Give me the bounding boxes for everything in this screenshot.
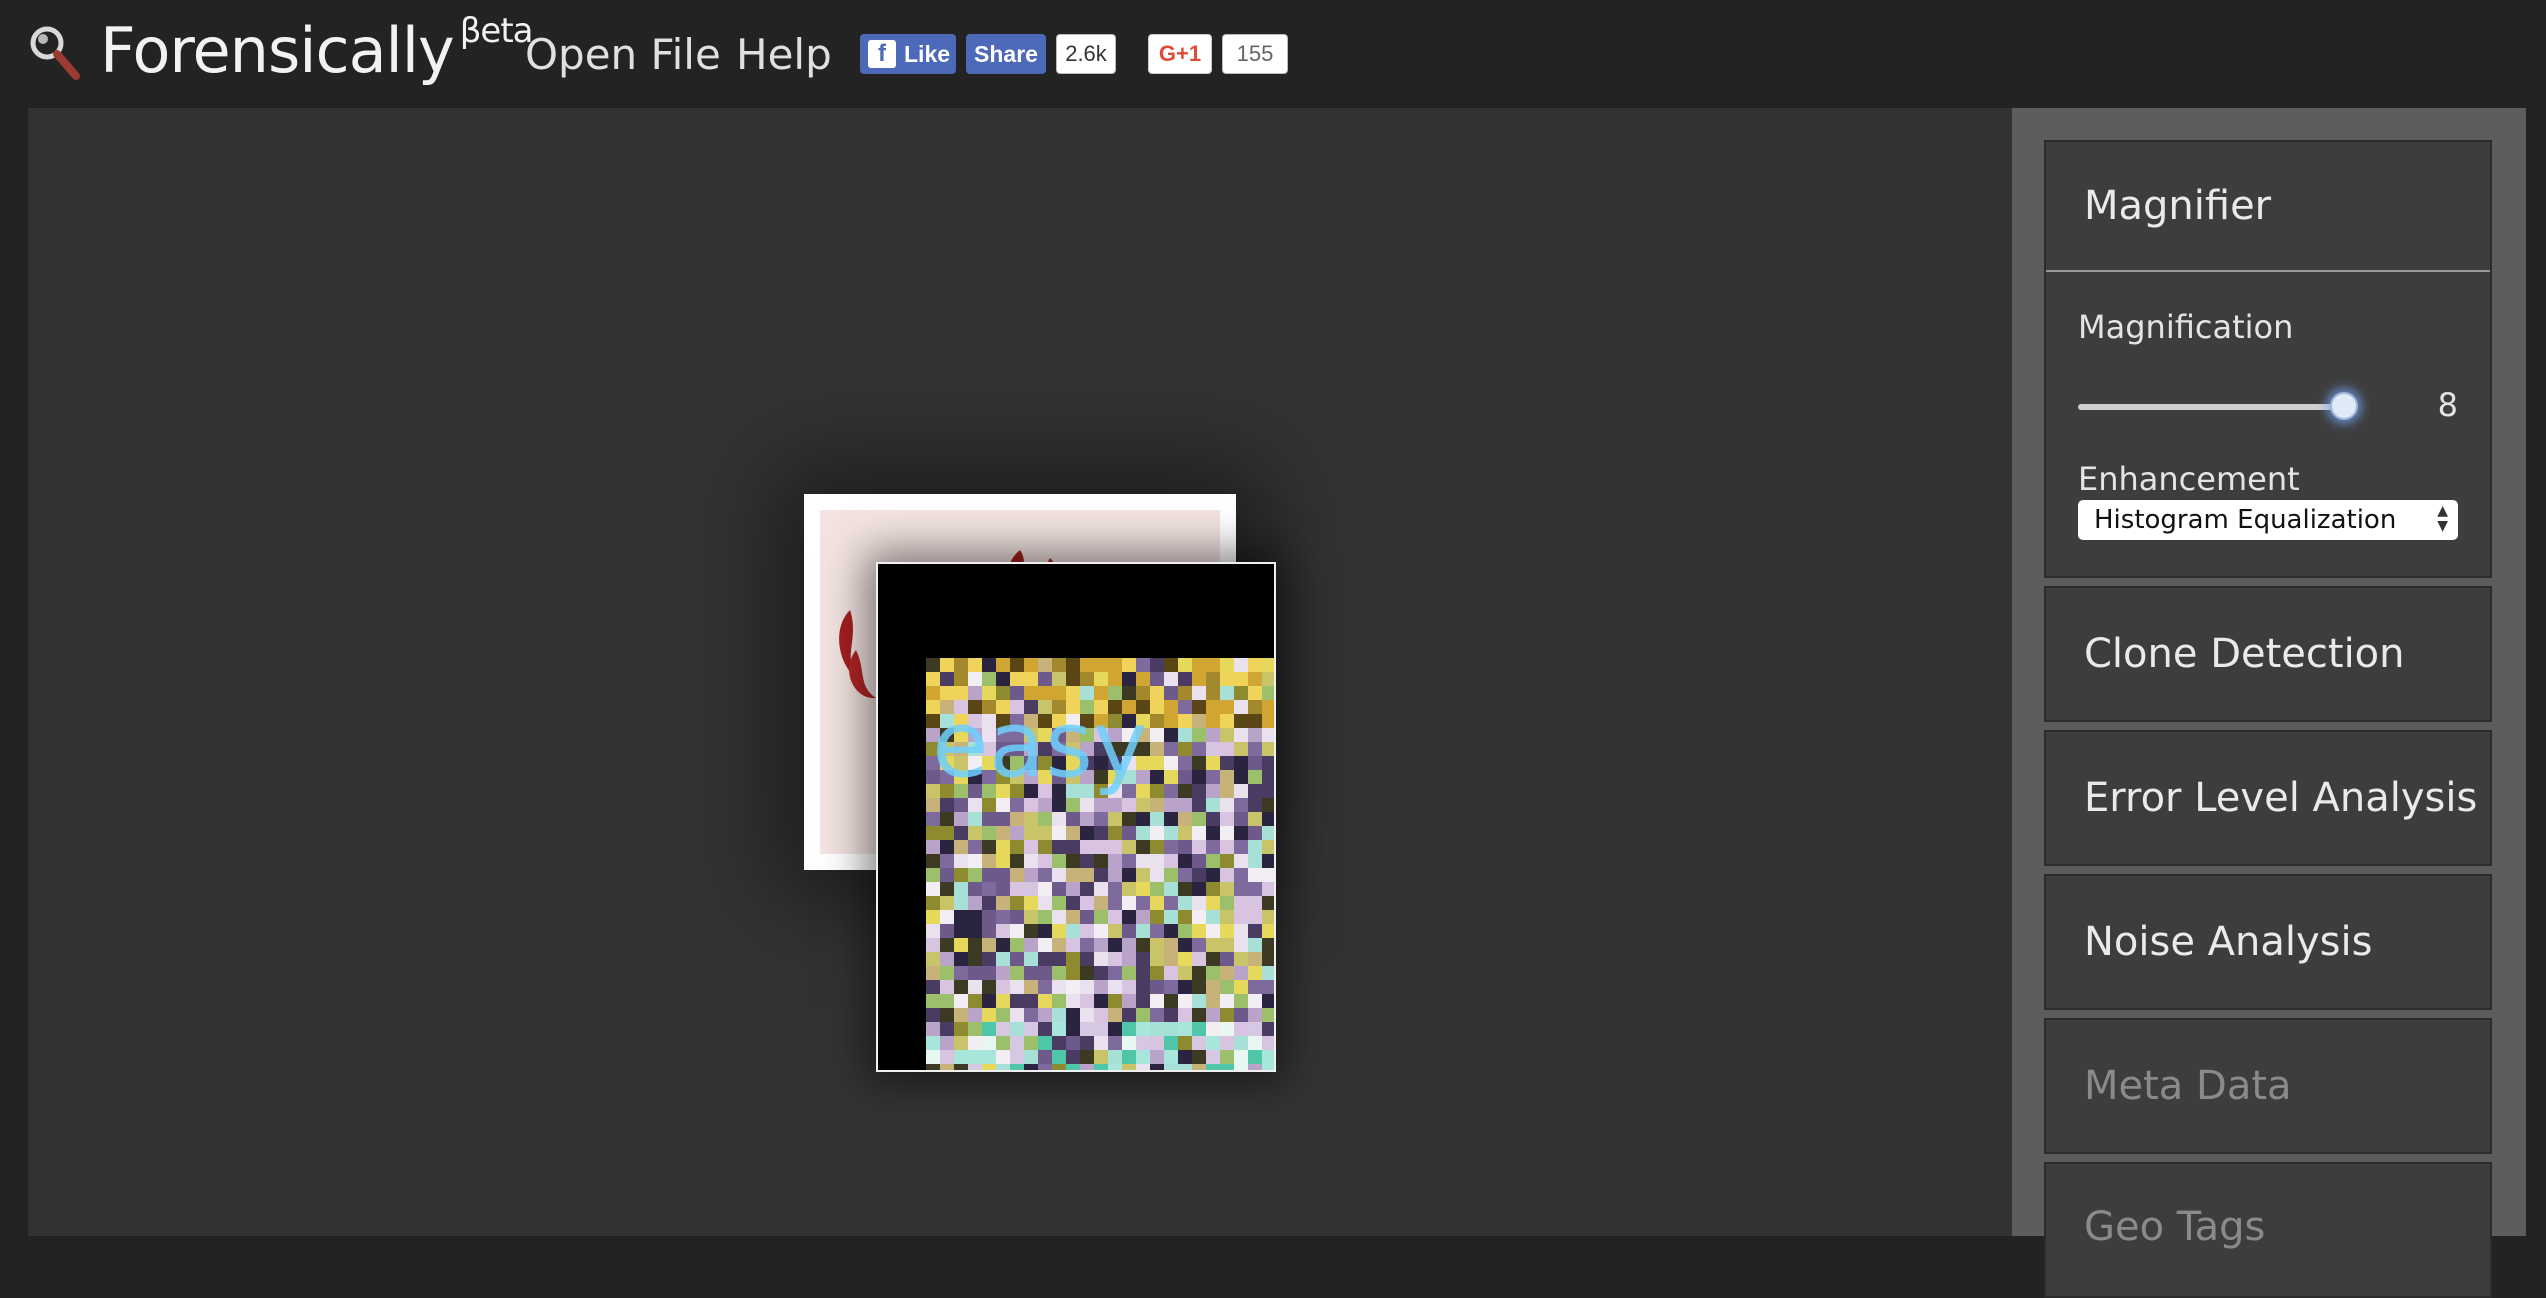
facebook-share-button[interactable]: Share bbox=[966, 34, 1046, 74]
meta-data-panel[interactable]: Meta Data bbox=[2044, 1018, 2492, 1154]
magnification-value: 8 bbox=[2437, 386, 2458, 424]
app-title-text: Forensically bbox=[100, 14, 455, 87]
image-embedded-text: easy bbox=[932, 691, 1147, 798]
magnification-slider-handle[interactable] bbox=[2330, 392, 2358, 420]
facebook-share-count: 2.6k bbox=[1056, 34, 1116, 74]
google-plus-count: 155 bbox=[1222, 34, 1288, 74]
magnification-label: Magnification bbox=[2078, 308, 2294, 346]
google-plus-button[interactable]: G+1 bbox=[1148, 34, 1212, 74]
help-link[interactable]: Help bbox=[736, 30, 832, 79]
open-file-link[interactable]: Open File bbox=[525, 30, 721, 79]
magnifier-panel: Magnifier Magnification 8 Enhancement Hi… bbox=[2044, 140, 2492, 578]
tools-sidebar: Magnifier Magnification 8 Enhancement Hi… bbox=[2012, 108, 2526, 1298]
error-level-analysis-panel[interactable]: Error Level Analysis bbox=[2044, 730, 2492, 866]
enhancement-selected-value: Histogram Equalization bbox=[2094, 505, 2397, 535]
beta-label: βeta bbox=[459, 11, 534, 52]
enhancement-select[interactable]: Histogram Equalization ▲ ▼ bbox=[2078, 500, 2458, 540]
geo-tags-panel[interactable]: Geo Tags bbox=[2044, 1162, 2492, 1298]
magnifier-panel-title[interactable]: Magnifier bbox=[2046, 142, 2490, 272]
clone-detection-title[interactable]: Clone Detection bbox=[2046, 588, 2490, 720]
image-canvas[interactable]: easy bbox=[28, 108, 2012, 1236]
clone-detection-panel[interactable]: Clone Detection bbox=[2044, 586, 2492, 722]
geo-tags-title[interactable]: Geo Tags bbox=[2046, 1164, 2490, 1296]
enhancement-label: Enhancement bbox=[2078, 460, 2300, 498]
app-title[interactable]: Forensically βeta bbox=[100, 11, 534, 87]
noise-analysis-panel[interactable]: Noise Analysis bbox=[2044, 874, 2492, 1010]
select-arrows-icon: ▲ ▼ bbox=[2437, 503, 2448, 534]
magnifier-loupe[interactable]: easy bbox=[876, 562, 1276, 1072]
facebook-like-button[interactable]: f Like bbox=[860, 34, 956, 74]
noise-analysis-title[interactable]: Noise Analysis bbox=[2046, 876, 2490, 1008]
error-level-analysis-title[interactable]: Error Level Analysis bbox=[2046, 732, 2490, 864]
meta-data-title[interactable]: Meta Data bbox=[2046, 1020, 2490, 1152]
facebook-icon: f bbox=[868, 40, 896, 68]
magnification-slider-track[interactable] bbox=[2078, 404, 2348, 410]
facebook-like-label: Like bbox=[904, 40, 951, 67]
magnified-pixel-mosaic: easy bbox=[926, 658, 1274, 1070]
magnifier-logo-icon bbox=[30, 26, 80, 80]
top-bar: Forensically βeta Open File Help f Like S… bbox=[0, 0, 2546, 108]
